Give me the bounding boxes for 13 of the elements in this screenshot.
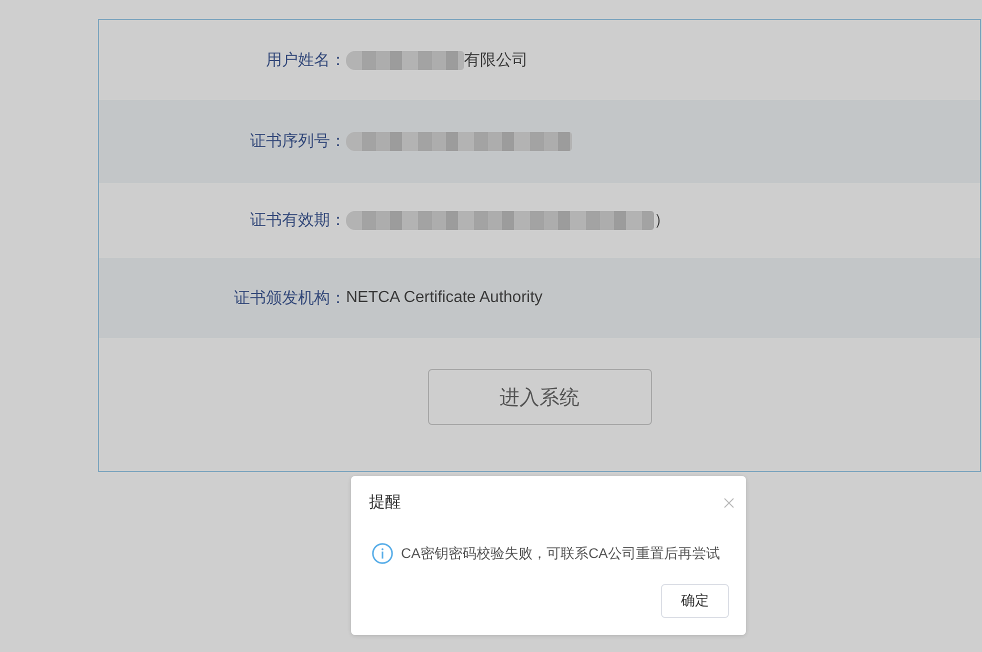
field-label: 证书序列号：: [249, 132, 346, 152]
close-icon[interactable]: [724, 498, 734, 508]
field-value: NETCA Certificate Authority: [346, 289, 543, 307]
field-value: ）: [654, 211, 670, 231]
field-value: 有限公司: [464, 50, 528, 70]
confirm-button[interactable]: 确定: [661, 584, 729, 618]
enter-system-button[interactable]: 进入系统: [428, 369, 652, 425]
info-icon: [372, 543, 393, 564]
field-label: 用户姓名：: [265, 50, 346, 70]
field-label: 证书有效期：: [249, 210, 346, 231]
field-label: 证书颁发机构：: [233, 288, 346, 308]
dialog-title: 提醒: [369, 493, 401, 513]
dialog-message: CA密钥密码校验失败，可联系CA公司重置后再尝试: [401, 544, 720, 562]
